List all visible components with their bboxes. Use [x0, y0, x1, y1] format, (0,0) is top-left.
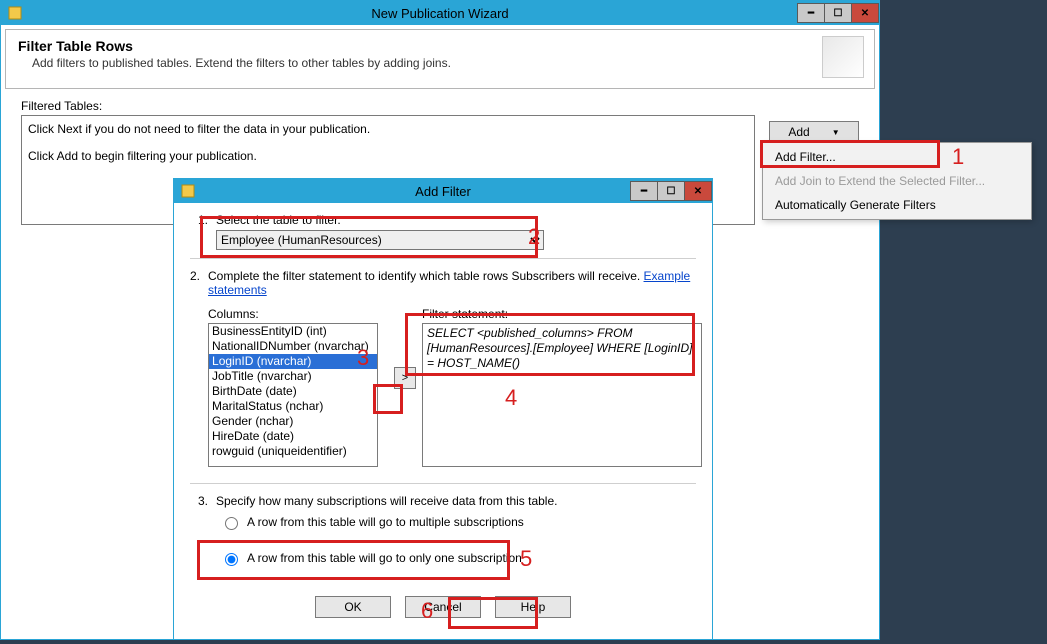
column-option[interactable]: NationalIDNumber (nvarchar)	[209, 339, 377, 354]
add-context-menu: Add Filter... Add Join to Extend the Sel…	[762, 142, 1032, 220]
step3-num: 3.	[190, 494, 208, 566]
radio-single-label: A row from this table will go to only on…	[247, 551, 522, 565]
wizard-close-button[interactable]: ✕	[851, 3, 879, 23]
filtered-text-1: Click Next if you do not need to filter …	[28, 120, 748, 139]
move-right-button[interactable]: >	[394, 367, 416, 389]
table-select[interactable]: Employee (HumanResources)	[216, 230, 544, 250]
addfilter-title: Add Filter	[415, 184, 471, 199]
column-option[interactable]: JobTitle (nvarchar)	[209, 369, 377, 384]
addfilter-maximize-button[interactable]: ☐	[657, 181, 685, 201]
wizard-titlebar: New Publication Wizard ━ ☐ ✕	[1, 1, 879, 25]
column-option[interactable]: BirthDate (date)	[209, 384, 377, 399]
wizard-header-title: Filter Table Rows	[18, 38, 862, 54]
radio-multiple-input[interactable]	[225, 517, 238, 530]
filtered-tables-label: Filtered Tables:	[21, 99, 875, 113]
column-option[interactable]: Gender (nchar)	[209, 414, 377, 429]
add-button-label: Add	[788, 125, 809, 139]
radio-multiple[interactable]: A row from this table will go to multipl…	[220, 514, 696, 530]
ok-button[interactable]: OK	[315, 596, 391, 618]
step2-num: 2.	[190, 269, 200, 467]
step1-num: 1.	[190, 213, 208, 250]
wizard-header: Filter Table Rows Add filters to publish…	[5, 29, 875, 89]
wizard-header-image	[822, 36, 864, 78]
menu-auto-generate[interactable]: Automatically Generate Filters	[765, 193, 1029, 217]
columns-label: Columns:	[208, 307, 388, 321]
menu-add-filter[interactable]: Add Filter...	[765, 145, 1029, 169]
filter-statement-label: Filter statement:	[422, 307, 702, 321]
wizard-minimize-button[interactable]: ━	[797, 3, 825, 23]
wizard-title: New Publication Wizard	[371, 6, 508, 21]
help-button[interactable]: Help	[495, 596, 571, 618]
columns-listbox[interactable]: BusinessEntityID (int)NationalIDNumber (…	[208, 323, 378, 467]
step2-label: Complete the filter statement to identif…	[208, 269, 644, 283]
column-option[interactable]: MaritalStatus (nchar)	[209, 399, 377, 414]
radio-single-input[interactable]	[225, 553, 238, 566]
wizard-maximize-button[interactable]: ☐	[824, 3, 852, 23]
wizard-icon	[7, 5, 23, 21]
step3-label: Specify how many subscriptions will rece…	[216, 494, 696, 508]
step1-label: Select the table to filter.	[216, 213, 696, 227]
add-filter-dialog: Add Filter ━ ☐ ✕ 1. Select the table to …	[173, 178, 713, 640]
cancel-button[interactable]: Cancel	[405, 596, 481, 618]
wizard-header-desc: Add filters to published tables. Extend …	[32, 56, 862, 70]
column-option[interactable]: HireDate (date)	[209, 429, 377, 444]
filter-statement-textarea[interactable]: SELECT <published_columns> FROM [HumanRe…	[422, 323, 702, 467]
addfilter-minimize-button[interactable]: ━	[630, 181, 658, 201]
addfilter-icon	[180, 183, 196, 199]
add-dropdown-button[interactable]: Add	[769, 121, 859, 143]
radio-multiple-label: A row from this table will go to multipl…	[247, 515, 524, 529]
addfilter-close-button[interactable]: ✕	[684, 181, 712, 201]
filtered-text-2: Click Add to begin filtering your public…	[28, 147, 748, 166]
column-option[interactable]: BusinessEntityID (int)	[209, 324, 377, 339]
column-option[interactable]: LoginID (nvarchar)	[209, 354, 377, 369]
radio-single[interactable]: A row from this table will go to only on…	[220, 550, 696, 566]
menu-add-join: Add Join to Extend the Selected Filter..…	[765, 169, 1029, 193]
addfilter-titlebar: Add Filter ━ ☐ ✕	[174, 179, 712, 203]
column-option[interactable]: rowguid (uniqueidentifier)	[209, 444, 377, 459]
